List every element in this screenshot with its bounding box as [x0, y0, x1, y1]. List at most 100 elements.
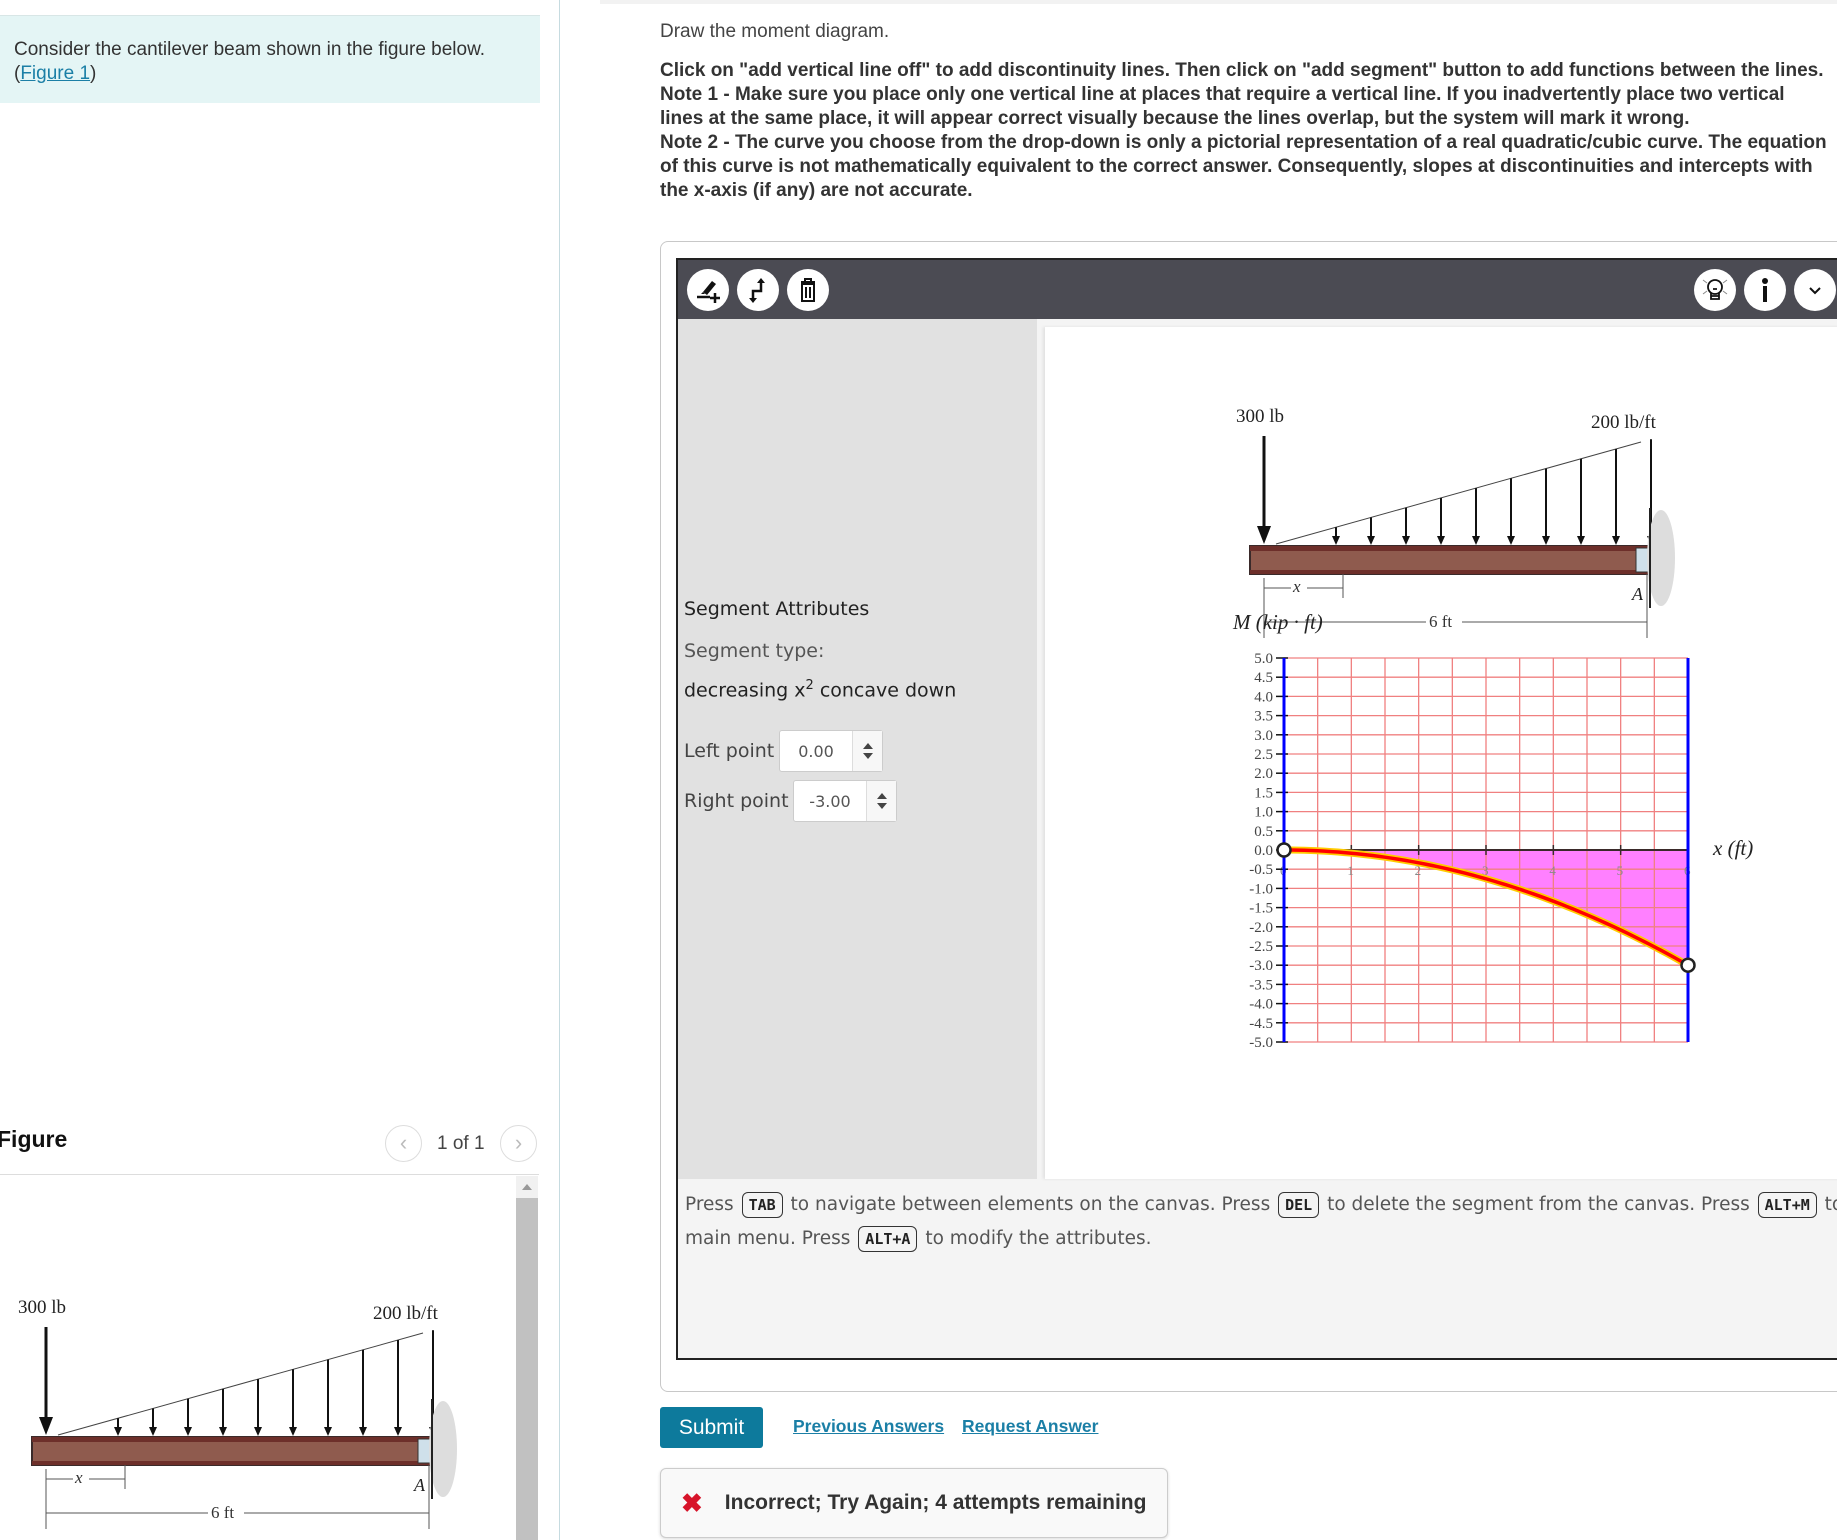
- feedback-text: Incorrect; Try Again; 4 attempts remaini…: [724, 1491, 1147, 1514]
- y-tick-label: 3.0: [1254, 728, 1273, 744]
- expand-menu-button[interactable]: [1794, 269, 1836, 311]
- arrowhead-icon: [1437, 536, 1445, 545]
- wall: [1647, 510, 1675, 606]
- load-line: [57, 1332, 424, 1436]
- arrowhead-icon: [1612, 536, 1620, 545]
- beam-flange: [1250, 546, 1650, 551]
- left-point-input[interactable]: [780, 731, 852, 771]
- help-text: to get to the: [1824, 1194, 1837, 1215]
- y-tick-label: -4.5: [1249, 1016, 1273, 1032]
- figure-scrollbar[interactable]: [516, 1176, 538, 1540]
- arrowhead-icon: [324, 1427, 332, 1436]
- arrowhead-icon: [1472, 536, 1480, 545]
- arrowhead-icon: [39, 1417, 53, 1435]
- moment-diagram-chart[interactable]: M (kip · ft)01234565.04.54.03.53.02.52.0…: [1225, 600, 1785, 1060]
- segment-left-handle: [1276, 842, 1292, 858]
- figure-pager: 1 of 1: [437, 1133, 485, 1154]
- problem-statement: Consider the cantilever beam shown in th…: [0, 15, 540, 103]
- next-figure-button[interactable]: ›: [500, 1125, 537, 1162]
- right-point-label: Right point: [684, 790, 789, 812]
- point-load-label: 300 lb: [1236, 406, 1284, 427]
- beam-flange: [32, 1437, 432, 1442]
- feedback-box: ✖ Incorrect; Try Again; 4 attempts remai…: [660, 1468, 1168, 1538]
- keyboard-help: Press TAB to navigate between elements o…: [685, 1188, 1837, 1222]
- y-axis-label: M (kip · ft): [1232, 610, 1323, 634]
- support-label: A: [413, 1475, 426, 1495]
- arrowhead-icon: [1402, 536, 1410, 545]
- instructions-note2: Note 2 - The curve you choose from the d…: [660, 132, 1827, 201]
- y-tick-label: 2.0: [1254, 766, 1273, 782]
- add-vertical-line-button[interactable]: [687, 269, 729, 311]
- figure-title: Figure: [0, 1126, 68, 1152]
- spin-down-icon[interactable]: [862, 753, 873, 759]
- y-tick-label: 0.0: [1254, 843, 1273, 859]
- y-tick-label: -2.5: [1249, 939, 1273, 955]
- help-text: Press: [685, 1194, 740, 1215]
- figure-link[interactable]: Figure 1: [20, 63, 90, 84]
- left-point-spin-buttons[interactable]: [852, 731, 882, 771]
- submit-button[interactable]: Submit: [660, 1407, 763, 1448]
- x-tick-label: 5: [1617, 863, 1624, 878]
- support-plate: [417, 1438, 431, 1464]
- y-tick-label: 1.0: [1254, 805, 1273, 821]
- arrowhead-icon: [114, 1427, 122, 1436]
- segment-type-value[interactable]: decreasing x2 concave down: [684, 678, 956, 701]
- instructions: Draw the moment diagram. Click on "add v…: [660, 20, 1830, 203]
- chevron-down-icon: [1809, 287, 1821, 295]
- instructions-line1: Click on "add vertical line off" to add …: [660, 60, 1824, 81]
- step-arrows-icon: [749, 278, 765, 303]
- instructions-lead: Draw the moment diagram.: [660, 21, 890, 42]
- arrowhead-icon: [289, 1427, 297, 1436]
- request-answer-link[interactable]: Request Answer: [962, 1416, 1098, 1437]
- y-tick-label: -1.5: [1249, 901, 1273, 917]
- delete-button[interactable]: [787, 269, 829, 311]
- key-tab: TAB: [741, 1192, 783, 1218]
- arrowhead-icon: [184, 1427, 192, 1436]
- scrollbar-thumb[interactable]: [516, 1198, 538, 1540]
- wall: [429, 1401, 457, 1497]
- beam-flange: [32, 1461, 432, 1465]
- arrowhead-icon: [1577, 536, 1585, 545]
- length-label: 6 ft: [211, 1503, 234, 1522]
- figure-beam-image: 300 lb 200 lb/ft Ax 6 ft: [18, 1297, 457, 1529]
- spin-up-icon[interactable]: [862, 743, 873, 749]
- beam-flange: [1250, 570, 1650, 574]
- right-point-input[interactable]: [794, 781, 866, 821]
- scroll-up-icon[interactable]: [522, 1184, 532, 1190]
- left-point-stepper[interactable]: [779, 730, 883, 772]
- spin-up-icon[interactable]: [876, 793, 887, 799]
- previous-answers-link[interactable]: Previous Answers: [793, 1416, 944, 1437]
- x-label: x: [1292, 577, 1301, 596]
- y-tick-label: -3.5: [1249, 977, 1273, 993]
- prev-figure-button[interactable]: ‹: [385, 1125, 422, 1162]
- right-point-spin-buttons[interactable]: [866, 781, 896, 821]
- info-button[interactable]: [1744, 269, 1786, 311]
- point-load-label: 300 lb: [18, 1297, 66, 1318]
- arrowhead-icon: [149, 1427, 157, 1436]
- panel-divider: [559, 0, 560, 1540]
- segment-type-exponent: 2: [805, 678, 814, 693]
- y-tick-label: -4.0: [1249, 997, 1273, 1013]
- top-strip: [600, 0, 1837, 4]
- hint-button[interactable]: [1694, 269, 1736, 311]
- figure-divider: [0, 1174, 539, 1175]
- pencil-plus-icon: [697, 281, 720, 303]
- left-point-label: Left point: [684, 740, 775, 762]
- segment-right-handle: [1680, 957, 1696, 973]
- segment-type-prefix: decreasing x: [684, 679, 806, 702]
- paren-close: ): [90, 63, 97, 84]
- trash-icon: [801, 278, 815, 302]
- arrowhead-icon: [254, 1427, 262, 1436]
- canvas-toolbar: [678, 260, 1837, 319]
- spin-down-icon[interactable]: [876, 803, 887, 809]
- y-tick-label: 0.5: [1254, 824, 1273, 840]
- segment-type-label: Segment type:: [684, 640, 825, 662]
- right-point-stepper[interactable]: [793, 780, 897, 822]
- lightbulb-icon: [1702, 279, 1728, 300]
- y-tick-label: -2.0: [1249, 920, 1273, 936]
- key-alt-a: ALT+A: [858, 1226, 918, 1252]
- add-segment-button[interactable]: [737, 269, 779, 311]
- y-tick-label: 4.5: [1254, 670, 1273, 686]
- y-tick-label: 3.5: [1254, 709, 1273, 725]
- y-tick-label: 2.5: [1254, 747, 1273, 763]
